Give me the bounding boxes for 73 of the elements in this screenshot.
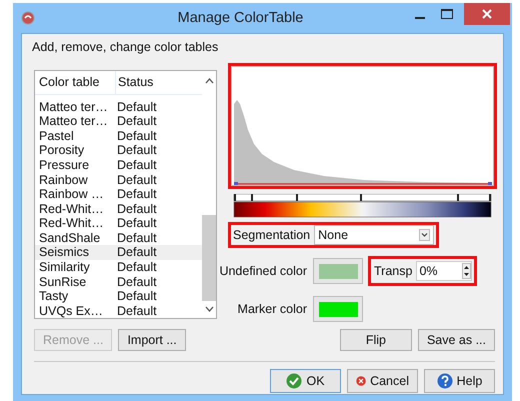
table-cell-text: Porosity (38, 143, 86, 158)
table-row[interactable]: SunRise Default (35, 274, 202, 289)
column-header[interactable]: Status (116, 71, 154, 94)
scrollbar-thumb[interactable] (202, 215, 216, 301)
marker-color-button[interactable] (313, 296, 363, 322)
table-cell-text: Matteo ter… (38, 114, 109, 128)
help-question-icon (436, 373, 453, 389)
transparency-label: Transp (374, 264, 412, 278)
table-cell-text: Default (116, 202, 157, 216)
undefined-color-button[interactable] (313, 258, 363, 284)
table-cell-text: Tasty (38, 289, 70, 304)
table-cell-text: Default (116, 114, 157, 128)
table-row[interactable]: Rainbow Default (35, 172, 202, 187)
table-action-button[interactable]: Import ... (118, 329, 186, 351)
edit-action-button[interactable]: Flip (340, 329, 412, 351)
dialog-description: Add, remove, change color tables (31, 39, 220, 56)
maximize-icon (440, 9, 452, 19)
spin-arrows-icon (462, 263, 472, 279)
table-cell-text: Matteo ter… (38, 100, 109, 114)
table-cell-text: Default (116, 304, 157, 318)
table-row[interactable]: Similarity Default (35, 260, 202, 274)
table-row[interactable]: Pastel Default (35, 128, 202, 144)
table-cell-text: Default (116, 128, 157, 143)
segmentation-dropdown[interactable]: None (314, 225, 434, 245)
table-cell-text: SunRise (38, 274, 88, 289)
table-row[interactable]: Matteo ter… Default (35, 114, 202, 129)
transparency-spinbox[interactable]: 0% (416, 261, 472, 281)
table-cell-text: Default (116, 230, 157, 245)
table-cell-text: Default (116, 143, 157, 158)
table-cell-text: Default (116, 158, 157, 172)
table-cell-text: Default (116, 289, 157, 304)
minimize-icon (414, 17, 424, 19)
table-cell-text: Red-Whit… (38, 202, 105, 216)
marker-color-label: Marker color (236, 302, 307, 316)
table-row[interactable]: Porosity Default (35, 143, 202, 158)
dialog-button[interactable]: Help (424, 369, 495, 393)
table-row[interactable]: SandShale Default (35, 230, 202, 246)
table-row[interactable]: Seismics Default (35, 245, 202, 260)
column-header[interactable]: Color table (35, 71, 116, 94)
table-cell-text: Red-Whit… (38, 216, 105, 230)
table-cell-text: Default (116, 172, 157, 187)
undefined-color-label: Undefined color (218, 264, 307, 278)
table-row[interactable]: Rainbow … Default (35, 186, 202, 202)
table-row[interactable]: UVQs Ex… Default (35, 303, 202, 318)
table-cell-text: Pressure (38, 158, 90, 172)
app-icon (21, 11, 35, 25)
table-cell-text: Default (116, 187, 157, 202)
table-row[interactable]: Red-Whit… Default (35, 201, 202, 216)
window-title: Manage ColorTable (176, 10, 304, 26)
segmentation-label: Segmentation (233, 228, 310, 242)
table-cell-text: UVQs Ex… (38, 304, 104, 318)
table-cell-text: Default (116, 216, 157, 230)
dialog-button[interactable]: Cancel (347, 369, 418, 393)
table-cell-text: Seismics (38, 245, 90, 260)
table-row[interactable]: Matteo ter… Default (35, 100, 202, 114)
table-cell-text: Default (116, 100, 157, 114)
close-icon (482, 9, 492, 19)
edit-action-button[interactable]: Save as ... (418, 329, 495, 351)
table-cell-text: Default (116, 274, 157, 289)
dialog-button[interactable]: OK (270, 369, 341, 393)
table-cell-text: Default (116, 260, 157, 274)
table-cell-text: Rainbow (38, 172, 89, 187)
table-row[interactable]: Pressure Default (35, 158, 202, 172)
table-row[interactable]: Tasty Default (35, 288, 202, 304)
table-cell-text: SandShale (38, 230, 102, 245)
table-row[interactable]: Red-Whit… Default (35, 216, 202, 231)
ok-check-icon (286, 373, 302, 389)
close-button[interactable] (464, 3, 510, 25)
table-cell-text: Pastel (38, 128, 75, 143)
table-cell-text: Rainbow … (38, 187, 105, 202)
table-cell-text: Similarity (38, 260, 91, 274)
chevron-down-icon (419, 229, 430, 241)
table-cell-text: Default (116, 245, 157, 260)
